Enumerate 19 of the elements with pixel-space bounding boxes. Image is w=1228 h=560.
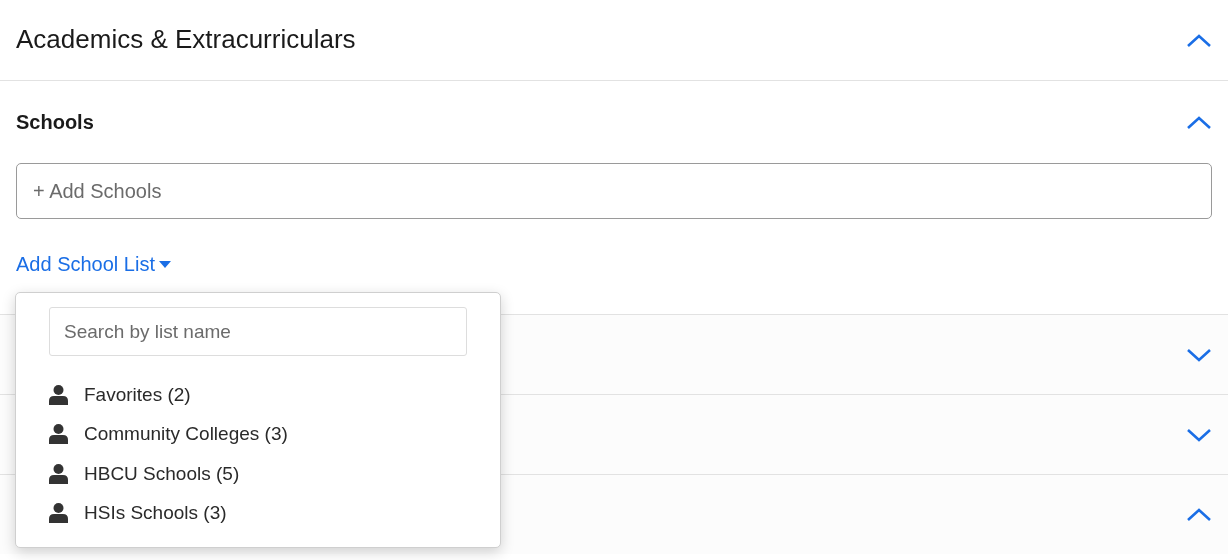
school-list-item[interactable]: Community Colleges (3) [84,414,288,454]
school-list-item[interactable]: Favorites (2) [84,375,191,415]
person-icon [49,384,68,405]
add-schools-field[interactable]: + Add Schools [16,163,1212,219]
caret-icon [159,260,171,268]
person-icon [49,503,68,524]
add-school-list-link[interactable]: Add School List [16,249,171,279]
expand-icon[interactable] [1186,346,1212,363]
person-icon [49,424,68,445]
search-field[interactable]: Search by list name [49,307,467,356]
collapse-icon[interactable] [1186,32,1212,49]
school-list-item[interactable]: HSIs Schools (3) [84,493,227,533]
expand-icon[interactable] [1186,426,1212,443]
section-title: Schools [16,110,94,134]
collapse-icon[interactable] [1186,506,1212,523]
section-title: Academics & Extracurriculars [16,24,356,56]
school-list-item[interactable]: HBCU Schools (5) [84,454,240,494]
person-icon [49,463,68,484]
collapse-icon[interactable] [1186,114,1212,131]
